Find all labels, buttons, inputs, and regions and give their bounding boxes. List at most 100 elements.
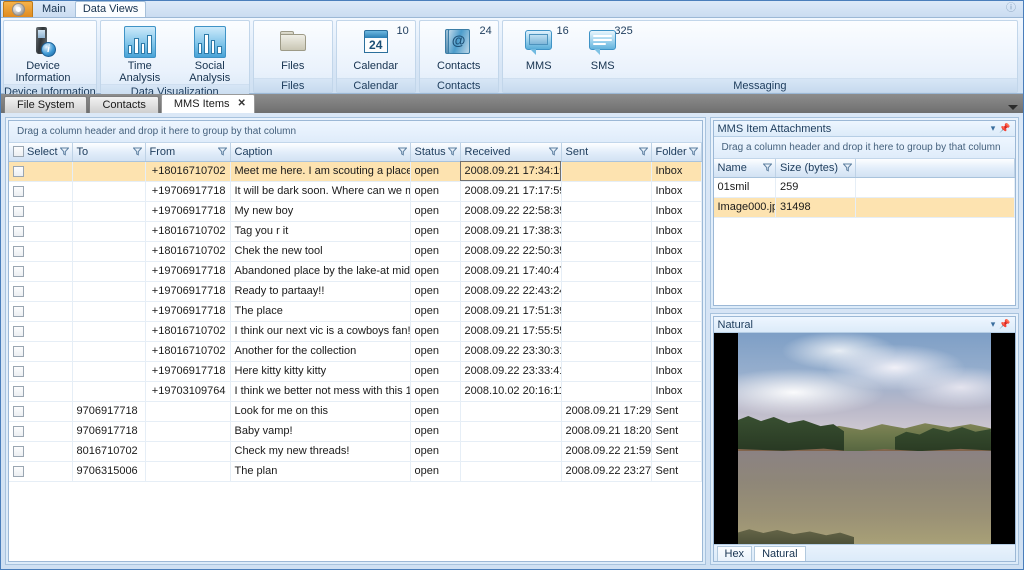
table-row[interactable]: +19706917718 Here kitty kitty kitty open 20… xyxy=(9,361,702,382)
cell-received: 2008.09.22 23:30:31 xyxy=(460,341,562,362)
cell-select[interactable] xyxy=(9,301,73,322)
close-icon[interactable]: ✕ xyxy=(238,95,246,113)
cell-select[interactable] xyxy=(9,321,73,342)
row-checkbox[interactable] xyxy=(13,365,24,377)
cell-select[interactable] xyxy=(9,381,73,402)
table-row[interactable]: +19706917718 The place open 2008.09.21 17:5… xyxy=(9,301,702,322)
cell-select[interactable] xyxy=(9,341,73,362)
column-header-folder[interactable]: Folder xyxy=(651,143,702,162)
mms-group-by-dropzone[interactable]: Drag a column header and drop it here to… xyxy=(9,121,702,143)
device-information-button[interactable]: i Device Information xyxy=(8,24,78,84)
row-checkbox[interactable] xyxy=(13,345,24,357)
column-header-caption[interactable]: Caption xyxy=(230,143,411,162)
cell-folder: Sent xyxy=(651,441,702,462)
ribbon-tab-main[interactable]: Main xyxy=(35,2,73,17)
cell-from: +18016710702 xyxy=(145,161,231,182)
cell-select[interactable] xyxy=(9,161,73,182)
row-checkbox[interactable] xyxy=(13,325,24,337)
table-row[interactable]: +18016710702 Meet me here. I am scouting … xyxy=(9,161,702,182)
cell-select[interactable] xyxy=(9,201,73,222)
table-row[interactable]: 9706315006 The planopen 2008.09.22 23:27:1… xyxy=(9,461,702,482)
table-row[interactable]: 9706917718 Look for me on this open 2008.09… xyxy=(9,401,702,422)
row-checkbox[interactable] xyxy=(13,245,24,257)
table-row[interactable]: +18016710702 Chek the new tool open 2008.09… xyxy=(9,241,702,262)
cell-select[interactable] xyxy=(9,221,73,242)
cell-select[interactable] xyxy=(9,401,73,422)
cell-select[interactable] xyxy=(9,461,73,482)
ribbon-group-device-information: i Device Information Device Information xyxy=(3,20,97,98)
row-checkbox[interactable] xyxy=(13,285,24,297)
tab-contacts[interactable]: Contacts xyxy=(89,96,159,113)
attachments-grid[interactable]: Name Size (bytes) 01smil 259 Image000.j … xyxy=(713,159,1015,305)
cell-select[interactable] xyxy=(9,181,73,202)
mms-button[interactable]: 16 MMS xyxy=(507,24,571,72)
table-row[interactable]: +19706917718 Abandoned place by the lake-… xyxy=(9,261,702,282)
row-checkbox[interactable] xyxy=(13,405,24,417)
cell-select[interactable] xyxy=(9,421,73,442)
row-checkbox[interactable] xyxy=(13,425,24,437)
column-header-status[interactable]: Status xyxy=(410,143,461,162)
cell-select[interactable] xyxy=(9,241,73,262)
cell-caption: Baby vamp! xyxy=(230,421,411,442)
column-label-size: Size (bytes) xyxy=(780,161,839,174)
table-row[interactable]: +19703109764 I think we better not mess w… xyxy=(9,381,702,402)
contacts-button[interactable]: 24 @ Contacts xyxy=(424,24,494,72)
row-checkbox[interactable] xyxy=(13,465,24,477)
row-checkbox[interactable] xyxy=(13,385,24,397)
time-analysis-button[interactable]: Time Analysis xyxy=(105,24,175,84)
table-row[interactable]: 8016710702 Check my new threads! open 2008.… xyxy=(9,441,702,462)
sms-button[interactable]: 325 SMS xyxy=(571,24,635,72)
select-all-checkbox[interactable] xyxy=(13,146,24,158)
document-tab-bar: File System Contacts MMS Items ✕ xyxy=(1,94,1023,113)
row-checkbox[interactable] xyxy=(13,265,24,277)
column-header-size[interactable]: Size (bytes) xyxy=(775,159,856,178)
view-tab-hex[interactable]: Hex xyxy=(716,546,753,561)
view-tab-natural[interactable]: Natural xyxy=(754,546,806,561)
column-header-name[interactable]: Name xyxy=(713,159,776,178)
tab-file-system[interactable]: File System xyxy=(4,96,88,113)
chevron-down-icon[interactable]: ▾ xyxy=(987,123,999,134)
list-item[interactable]: Image000.jpg31498 xyxy=(713,197,1015,218)
cell-select[interactable] xyxy=(9,441,73,462)
table-row[interactable]: +18016710702 Tag you r it open 2008.09.21 1… xyxy=(9,221,702,242)
column-header-select[interactable]: Select xyxy=(9,143,73,162)
table-row[interactable]: +19706917718 Ready to partaay!! open 2008.0… xyxy=(9,281,702,302)
mms-items-grid-container: Drag a column header and drop it here to… xyxy=(8,120,703,562)
column-header-received[interactable]: Received xyxy=(460,143,562,162)
files-button[interactable]: Files xyxy=(258,24,328,72)
chevron-down-icon[interactable] xyxy=(1008,105,1018,110)
tab-mms-items[interactable]: MMS Items ✕ xyxy=(160,94,255,113)
row-checkbox[interactable] xyxy=(13,165,24,177)
calendar-button[interactable]: 10 24 Calendar xyxy=(341,24,411,72)
cell-select[interactable] xyxy=(9,361,73,382)
app-logo-button[interactable] xyxy=(3,1,33,17)
row-checkbox[interactable] xyxy=(13,445,24,457)
column-header-sent[interactable]: Sent xyxy=(561,143,652,162)
cell-select[interactable] xyxy=(9,261,73,282)
table-row[interactable]: +18016710702 Another for the collection op… xyxy=(9,341,702,362)
cell-select[interactable] xyxy=(9,281,73,302)
row-checkbox[interactable] xyxy=(13,305,24,317)
row-checkbox[interactable] xyxy=(13,185,24,197)
table-row[interactable]: +18016710702 I think our next vic is a co… xyxy=(9,321,702,342)
row-checkbox[interactable] xyxy=(13,205,24,217)
table-row[interactable]: 9706917718 Baby vamp! open 2008.09.21 18:20… xyxy=(9,421,702,442)
column-header-to[interactable]: To xyxy=(72,143,146,162)
pin-icon[interactable]: 📌 xyxy=(999,123,1011,134)
row-checkbox[interactable] xyxy=(13,225,24,237)
cell-received: 2008.09.21 17:38:33 xyxy=(460,221,562,242)
column-header-from[interactable]: From xyxy=(145,143,231,162)
pin-icon[interactable]: 📌 xyxy=(999,319,1011,330)
social-analysis-button[interactable]: Social Analysis xyxy=(175,24,245,84)
column-label-from: From xyxy=(149,145,176,158)
table-row[interactable]: +19706917718 My new boy open 2008.09.22 22:… xyxy=(9,201,702,222)
list-item[interactable]: 01smil 259 xyxy=(713,177,1015,198)
chevron-down-icon[interactable]: ▾ xyxy=(987,319,999,330)
cell-from: +19706917718 xyxy=(145,261,231,282)
table-row[interactable]: +19706917718 It will be dark soon. Where … xyxy=(9,181,702,202)
attachments-group-by-dropzone[interactable]: Drag a column header and drop it here to… xyxy=(713,137,1015,159)
mms-items-grid[interactable]: Select To From Caption Status Received S… xyxy=(9,143,702,561)
cell-sent xyxy=(561,341,652,362)
ribbon-tab-data-views[interactable]: Data Views xyxy=(74,1,147,17)
help-icon[interactable]: ⓘ xyxy=(1005,3,1017,15)
